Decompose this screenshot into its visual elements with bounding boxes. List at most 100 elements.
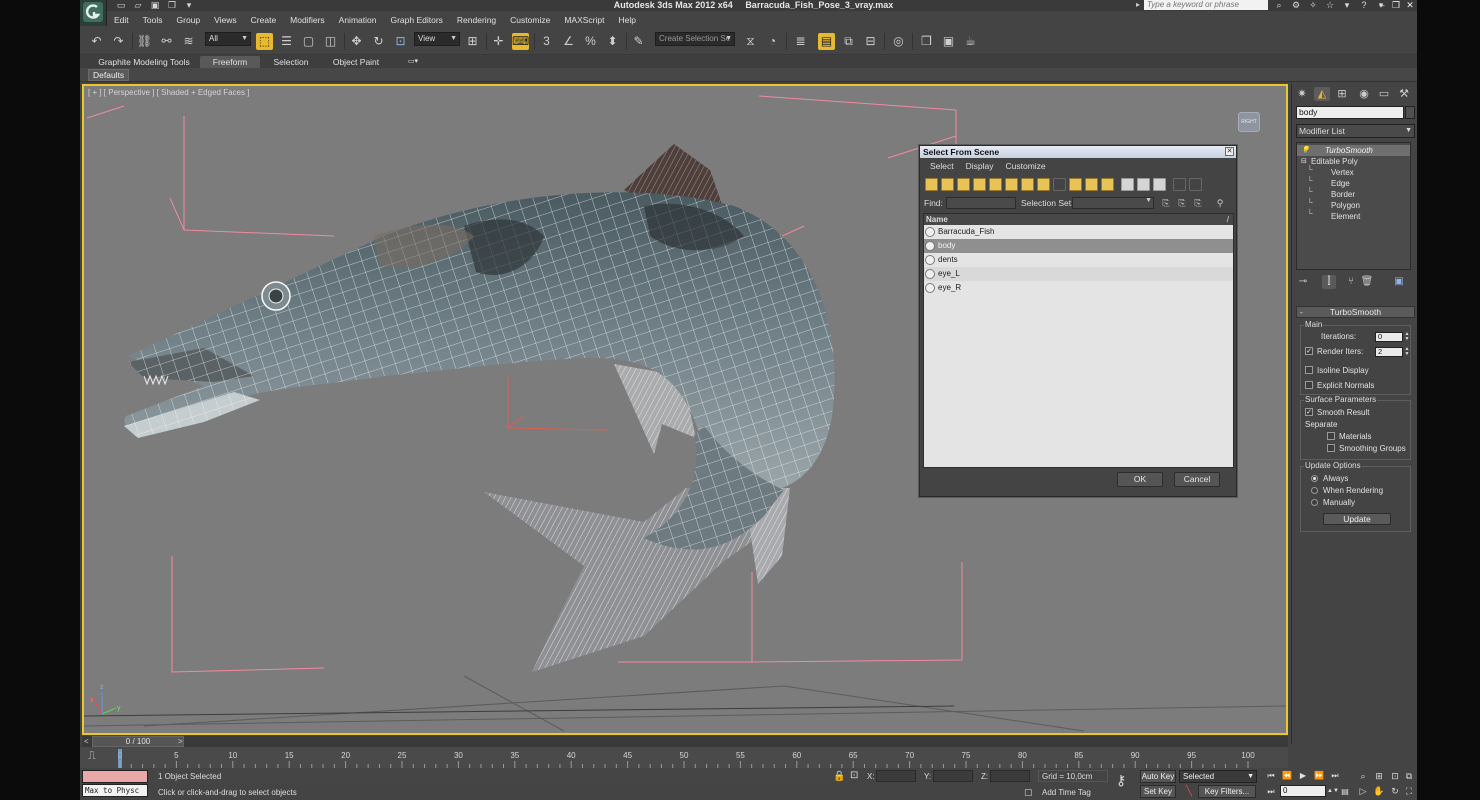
load-selection-set-icon[interactable]: ⎘ (1176, 197, 1188, 209)
list-item[interactable]: Barracuda_Fish (924, 225, 1233, 239)
menu-group[interactable]: Group (170, 14, 208, 26)
restore-icon[interactable]: ❐ (1391, 0, 1401, 10)
list-item[interactable]: eye_R (924, 281, 1233, 295)
close-icon[interactable]: ✕ (1405, 0, 1415, 10)
create-tab-icon[interactable]: ✷ (1294, 87, 1310, 101)
zoom-extents-icon[interactable]: ⊡ (1388, 769, 1402, 783)
display-children-icon[interactable] (1173, 178, 1186, 191)
menu-tools[interactable]: Tools (136, 14, 170, 26)
menu-graph-editors[interactable]: Graph Editors (383, 14, 449, 26)
turbosmooth-rollout-header[interactable]: - TurboSmooth (1296, 306, 1415, 318)
spinner-arrows-icon[interactable]: ▲ ▼ (1404, 347, 1410, 357)
edit-named-selection-icon[interactable]: ✎ (630, 33, 647, 50)
unlink-icon[interactable]: ⚯ (158, 33, 175, 50)
select-link-icon[interactable]: ⛓ (136, 33, 153, 50)
iterations-spinner[interactable]: 0 (1375, 332, 1403, 342)
play-icon[interactable]: ▶ (1296, 769, 1310, 782)
key-mode-toggle-icon[interactable]: ⏭ (1264, 785, 1278, 798)
orbit-icon[interactable]: ↻ (1388, 784, 1402, 798)
rendered-frame-window-icon[interactable]: ▣ (940, 33, 957, 50)
modifier-on-bulb-icon[interactable]: 💡 (1301, 145, 1310, 156)
pan-view-icon[interactable]: ✋ (1372, 784, 1386, 798)
dropdown-arrow-icon[interactable]: ▾ (1340, 0, 1354, 10)
filter-cameras-icon[interactable] (973, 178, 986, 191)
menu-rendering[interactable]: Rendering (450, 14, 503, 26)
pin-stack-icon[interactable]: ⊸ (1296, 275, 1310, 289)
update-manually-radio[interactable] (1311, 499, 1318, 506)
filter-helpers-icon[interactable] (989, 178, 1002, 191)
go-to-end-icon[interactable]: ⏭ (1328, 769, 1342, 782)
percent-snap-icon[interactable]: % (582, 33, 599, 50)
filter-containers-icon[interactable] (1069, 178, 1082, 191)
filter-hidden-icon[interactable] (1101, 178, 1114, 191)
viewport-label[interactable]: [ + ] [ Perspective ] [ Shaded + Edged F… (88, 88, 249, 97)
time-slider[interactable]: < 0 / 100 > (82, 736, 1288, 747)
filter-lights-icon[interactable] (957, 178, 970, 191)
display-tab-icon[interactable]: ▭ (1376, 87, 1392, 101)
select-all-icon[interactable] (1121, 178, 1134, 191)
list-item[interactable]: body (924, 239, 1233, 253)
rotate-icon[interactable]: ↻ (370, 33, 387, 50)
menu-views[interactable]: Views (207, 14, 244, 26)
select-object-icon[interactable]: ⬚ (256, 33, 273, 50)
selection-lock-icon[interactable]: 🔒 (833, 771, 845, 782)
z-coordinate-field[interactable] (990, 770, 1030, 782)
filter-spacewarps-icon[interactable] (1005, 178, 1018, 191)
filter-shapes-icon[interactable] (941, 178, 954, 191)
minimize-icon[interactable]: – (1377, 0, 1387, 10)
render-setup-icon[interactable]: ❒ (918, 33, 935, 50)
maximize-viewport-icon[interactable]: ⛶ (1402, 784, 1416, 798)
align-icon[interactable]: ◔ (764, 33, 781, 50)
go-to-start-icon[interactable]: ⏮ (1264, 769, 1278, 782)
stack-item[interactable]: └ Polygon (1297, 198, 1410, 211)
communication-icon[interactable]: ✧ (1306, 0, 1320, 10)
time-configuration-icon[interactable]: ▤ (1338, 785, 1352, 798)
keyboard-shortcut-toggle-icon[interactable]: ⌨ (512, 33, 529, 50)
auto-key-button[interactable]: Auto Key (1140, 770, 1176, 783)
layer-manager-icon[interactable]: ≣ (792, 33, 809, 50)
undo-icon[interactable]: ↶ (88, 33, 105, 50)
material-editor-icon[interactable]: ◎ (890, 33, 907, 50)
field-of-view-icon[interactable]: ▷ (1356, 784, 1370, 798)
dialog-menu-display[interactable]: Display (960, 160, 1000, 173)
display-influences-icon[interactable] (1189, 178, 1202, 191)
help-search-input[interactable] (1144, 0, 1268, 10)
ribbon-options-icon[interactable]: ▭▾ (404, 56, 422, 68)
tab-graphite-modeling-tools[interactable]: Graphite Modeling Tools (94, 56, 194, 68)
render-production-icon[interactable]: ☕ (962, 33, 979, 50)
angle-snap-icon[interactable]: ∠ (560, 33, 577, 50)
window-crossing-icon[interactable]: ◫ (322, 33, 339, 50)
next-frame-icon[interactable]: ⏩ (1312, 769, 1326, 782)
default-tangent-icon[interactable]: ╲ (1183, 786, 1195, 798)
zoom-icon[interactable]: ⌕ (1356, 769, 1370, 783)
maxscript-listener-output[interactable] (82, 770, 148, 783)
menu-create[interactable]: Create (244, 14, 284, 26)
tab-freeform[interactable]: Freeform (200, 56, 260, 68)
mirror-icon[interactable]: ⧖ (742, 33, 759, 50)
y-coordinate-field[interactable] (933, 770, 973, 782)
expand-arrow-icon[interactable]: ▸ (1136, 0, 1140, 9)
x-coordinate-field[interactable] (876, 770, 916, 782)
motion-tab-icon[interactable]: ◉ (1356, 87, 1372, 101)
selection-filter-dropdown[interactable]: All ▼ (205, 32, 251, 46)
previous-frame-arrow-icon[interactable]: < (84, 736, 89, 747)
object-name-field[interactable]: body (1296, 106, 1404, 119)
schematic-view-icon[interactable]: ⊟ (862, 33, 879, 50)
smoothing-groups-checkbox[interactable] (1327, 444, 1335, 452)
zoom-extents-all-icon[interactable]: ⧉ (1402, 769, 1416, 783)
remove-modifier-icon[interactable]: 🗑 (1360, 275, 1374, 289)
selection-set-dropdown[interactable]: ▼ (1072, 197, 1154, 209)
stack-item[interactable]: ⊟ Editable Poly (1297, 156, 1410, 167)
maxscript-mini-listener[interactable]: Max to Physc (82, 784, 148, 797)
close-icon[interactable]: ✕ (1225, 147, 1234, 156)
update-button[interactable]: Update (1323, 513, 1391, 525)
save-selection-set-icon[interactable]: ⎘ (1160, 197, 1172, 209)
isoline-display-checkbox[interactable] (1305, 366, 1313, 374)
menu-help[interactable]: Help (611, 14, 642, 26)
curve-editor-icon[interactable]: ⧉ (840, 33, 857, 50)
help-icon[interactable]: ? (1357, 0, 1371, 10)
stack-item[interactable]: └ Edge (1297, 176, 1410, 189)
application-button[interactable] (80, 0, 107, 26)
key-selection-dropdown[interactable]: Selected ▼ (1179, 770, 1257, 783)
menu-edit[interactable]: Edit (107, 14, 136, 26)
